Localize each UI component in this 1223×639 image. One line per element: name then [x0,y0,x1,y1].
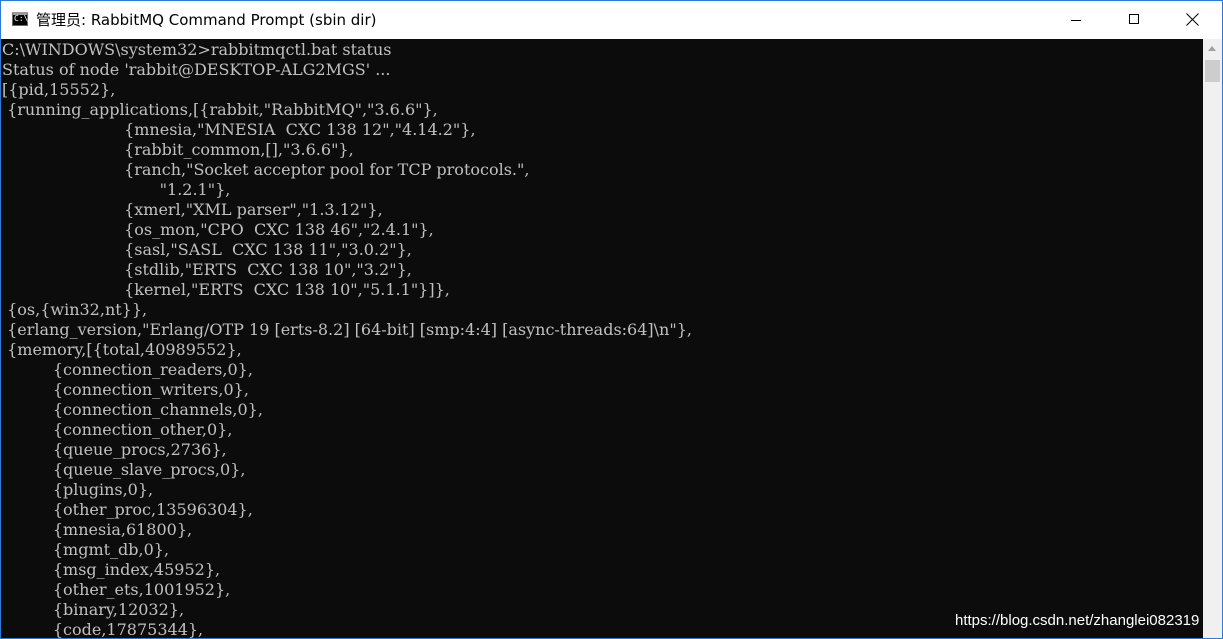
console-line: {connection_writers,0}, [2,380,249,399]
maximize-button[interactable] [1105,1,1163,39]
console-line: {kernel,"ERTS CXC 138 10","5.1.1"}]}, [2,280,450,299]
scroll-up-arrow-icon[interactable] [1203,39,1222,58]
console-line: {ranch,"Socket acceptor pool for TCP pro… [2,160,530,179]
close-button[interactable] [1163,1,1221,39]
console-line: {other_proc,13596304}, [2,500,253,519]
console-line: {other_ets,1001952}, [2,580,231,599]
close-icon [1186,13,1199,26]
vertical-scrollbar[interactable] [1203,39,1222,638]
console-line: Status of node 'rabbit@DESKTOP-ALG2MGS' … [2,60,391,79]
console-line: {queue_slave_procs,0}, [2,460,246,479]
console-line: {binary,12032}, [2,600,185,619]
console-line: {mnesia,"MNESIA CXC 138 12","4.14.2"}, [2,120,476,139]
console-line: {connection_readers,0}, [2,360,253,379]
console-line: {connection_channels,0}, [2,400,263,419]
console-line: C:\WINDOWS\system32>rabbitmqctl.bat stat… [2,40,392,59]
console-line: {connection_other,0}, [2,420,233,439]
console-line: {msg_index,45952}, [2,560,221,579]
console-line: {mgmt_db,0}, [2,540,170,559]
watermark-url: https://blog.csdn.net/zhanglei082319 [955,612,1200,629]
window-title: 管理员: RabbitMQ Command Prompt (sbin dir) [36,11,377,29]
command-prompt-icon-glyph: C:\ [14,14,29,23]
console-line: "1.2.1"}, [2,180,231,199]
console-line: {plugins,0}, [2,480,154,499]
command-prompt-icon[interactable]: C:\ [12,12,28,26]
console-line: {running_applications,[{rabbit,"RabbitMQ… [2,100,438,119]
console-line: {xmerl,"XML parser","1.3.12"}, [2,200,383,219]
console-output-area[interactable]: C:\WINDOWS\system32>rabbitmqctl.bat stat… [1,39,1203,639]
maximize-icon [1129,14,1139,24]
console-line: {os,{win32,nt}}, [2,300,148,319]
minimize-button[interactable] [1047,1,1105,39]
console-line: [{pid,15552}, [2,80,116,99]
console-text: C:\WINDOWS\system32>rabbitmqctl.bat stat… [2,40,692,639]
console-line: {stdlib,"ERTS CXC 138 10","3.2"}, [2,260,412,279]
command-prompt-window: C:\ 管理员: RabbitMQ Command Prompt (sbin d… [0,0,1223,639]
title-bar[interactable]: C:\ 管理员: RabbitMQ Command Prompt (sbin d… [1,1,1222,39]
console-line: {code,17875344}, [2,620,204,639]
console-line: {memory,[{total,40989552}, [2,340,242,359]
console-line: {sasl,"SASL CXC 138 11","3.0.2"}, [2,240,412,259]
scrollbar-thumb[interactable] [1205,60,1220,82]
minimize-icon [1071,20,1081,21]
console-line: {os_mon,"CPO CXC 138 46","2.4.1"}, [2,220,434,239]
console-line: {erlang_version,"Erlang/OTP 19 [erts-8.2… [2,320,692,339]
console-line: {mnesia,61800}, [2,520,193,539]
console-line: {queue_procs,2736}, [2,440,227,459]
console-line: {rabbit_common,[],"3.6.6"}, [2,140,354,159]
